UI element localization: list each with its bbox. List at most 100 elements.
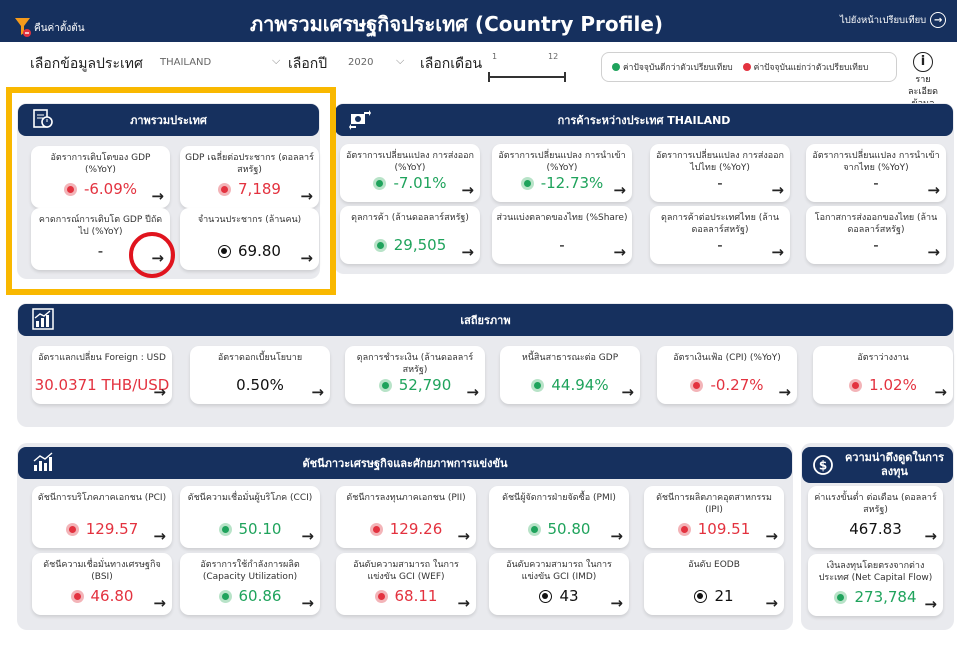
month-max-value: 12 xyxy=(548,52,559,61)
arrow-right-icon[interactable]: → xyxy=(927,243,940,261)
kpi-value: 30.0371 THB/USD xyxy=(34,376,170,394)
arrow-right-icon[interactable]: → xyxy=(765,527,778,545)
arrow-right-icon[interactable]: → xyxy=(153,527,166,545)
kpi-card[interactable]: อัตราดอกเบี้ยนโยบาย 0.50% → xyxy=(190,346,330,404)
green-dot-icon xyxy=(612,63,620,71)
kpi-card-title: อัตราการเปลี่ยนแปลง การนำเข้าจากไทย (%Yo… xyxy=(812,151,940,173)
chevron-down-icon: ⌵ xyxy=(272,54,281,67)
kpi-card-title: ดุลการชำระเงิน (ล้านดอลลาร์สหรัฐ) xyxy=(356,353,474,375)
arrow-right-icon[interactable]: → xyxy=(621,383,634,401)
kpi-value-row: 467.83 xyxy=(808,520,943,538)
reset-filters-button[interactable]: คืนค่าตั้งต้น xyxy=(14,6,85,38)
kpi-value: 46.80 xyxy=(90,587,134,605)
kpi-card[interactable]: ดุลการค้า (ล้านดอลลาร์สหรัฐ) 29,505 → xyxy=(340,206,480,264)
kpi-value: -0.27% xyxy=(710,376,764,394)
kpi-card[interactable]: ดัชนีความเชื่อมั่นผู้บริโภค (CCI) 50.10 → xyxy=(180,486,320,548)
kpi-card[interactable]: ดัชนีความเชื่อมั่นทางเศรษฐกิจ (BSI) 46.80… xyxy=(32,553,172,615)
arrow-right-icon[interactable]: → xyxy=(924,527,937,545)
kpi-card[interactable]: อัตราการเปลี่ยนแปลง การส่งออกไปไทย (%YoY… xyxy=(650,144,790,202)
arrow-right-icon[interactable]: → xyxy=(466,383,479,401)
arrow-right-icon[interactable]: → xyxy=(457,527,470,545)
arrow-right-icon[interactable]: → xyxy=(301,594,314,612)
country-dropdown[interactable]: THAILAND ⌵ xyxy=(160,53,286,73)
kpi-card[interactable]: ดัชนีการผลิตภาคอุตสาหกรรม (IPI) 109.51 → xyxy=(644,486,784,548)
competitiveness-title: ดัชนีภาวะเศรษฐกิจและศักยภาพการแข่งขัน xyxy=(302,457,508,470)
kpi-card[interactable]: อันดับความสามารถ ในการแข่งขัน GCI (WEF) 6… xyxy=(336,553,476,615)
legend-good: ค่าปัจจุบันดีกว่าตัวเปรียบเทียบ xyxy=(612,60,733,74)
arrow-right-icon[interactable]: → xyxy=(457,594,470,612)
kpi-value-row: 30.0371 THB/USD xyxy=(32,376,172,394)
kpi-card[interactable]: ดัชนีผู้จัดการฝ่ายจัดซื้อ (PMI) 50.80 → xyxy=(489,486,629,548)
kpi-card[interactable]: อัตราแลกเปลี่ยน Foreign : USD 30.0371 THB… xyxy=(32,346,172,404)
arrow-right-icon[interactable]: → xyxy=(765,594,778,612)
chevron-down-icon: ⌵ xyxy=(396,54,405,67)
black-status-dot-icon xyxy=(694,589,708,603)
month-min-value: 1 xyxy=(492,52,498,61)
slider-handle-min[interactable] xyxy=(488,72,490,82)
legend-bad-label: ค่าปัจจุบันแย่กว่าตัวเปรียบเทียบ xyxy=(753,63,869,73)
kpi-card[interactable]: อัตราว่างงาน 1.02% → xyxy=(813,346,953,404)
kpi-card[interactable]: อัตราการเปลี่ยนแปลง การนำเข้าจากไทย (%Yo… xyxy=(806,144,946,202)
kpi-card-title: ดัชนีการลงทุนภาคเอกชน (PII) xyxy=(346,493,466,503)
red-status-dot-icon xyxy=(65,522,79,536)
kpi-value-row: 46.80 xyxy=(32,587,172,605)
kpi-card-title: ดัชนีการบริโภคภาคเอกชน (PCI) xyxy=(37,493,167,503)
kpi-card[interactable]: ดุลการค้าต่อประเทศไทย (ล้านดอลลาร์สหรัฐ)… xyxy=(650,206,790,264)
kpi-value-row: 0.50% xyxy=(190,376,330,394)
arrow-right-icon[interactable]: → xyxy=(311,383,324,401)
compare-link-label: ไปยังหน้าเปรียบเทียบ xyxy=(840,14,927,26)
kpi-card[interactable]: โอกาสการส่งออกของไทย (ล้านดอลลาร์สหรัฐ) -… xyxy=(806,206,946,264)
arrow-right-icon[interactable]: → xyxy=(924,595,937,613)
stability-header: เสถียรภาพ xyxy=(18,304,953,336)
arrow-right-icon[interactable]: → xyxy=(934,383,947,401)
arrow-right-icon[interactable]: → xyxy=(610,527,623,545)
kpi-card-title: หนี้สินสาธารณะต่อ GDP xyxy=(521,353,619,363)
arrow-right-icon[interactable]: → xyxy=(461,243,474,261)
kpi-value-row: 50.10 xyxy=(180,520,320,538)
arrow-right-icon[interactable]: → xyxy=(153,383,166,401)
arrow-right-icon[interactable]: → xyxy=(613,243,626,261)
kpi-card[interactable]: อันดับ EODB 21 → xyxy=(644,553,784,615)
kpi-card[interactable]: อัตราเงินเฟ้อ (CPI) (%YoY) -0.27% → xyxy=(657,346,797,404)
kpi-value-row: - xyxy=(806,236,946,254)
kpi-value: 60.86 xyxy=(238,587,282,605)
slider-handle-max[interactable] xyxy=(564,72,566,82)
slider-track xyxy=(489,76,565,78)
kpi-value: 273,784 xyxy=(854,588,917,606)
kpi-card[interactable]: ดัชนีการลงทุนภาคเอกชน (PII) 129.26 → xyxy=(336,486,476,548)
red-status-dot-icon xyxy=(677,522,691,536)
country-filter-label: เลือกข้อมูลประเทศ xyxy=(30,56,143,72)
month-range-slider[interactable]: 1 12 xyxy=(488,52,568,84)
arrow-right-icon[interactable]: → xyxy=(301,527,314,545)
kpi-value: 1.02% xyxy=(869,376,917,394)
kpi-card[interactable]: ดุลการชำระเงิน (ล้านดอลลาร์สหรัฐ) 52,790 → xyxy=(345,346,485,404)
arrow-right-icon[interactable]: → xyxy=(771,243,784,261)
kpi-card[interactable]: ดัชนีการบริโภคภาคเอกชน (PCI) 129.57 → xyxy=(32,486,172,548)
kpi-value: - xyxy=(559,236,565,254)
arrow-right-icon[interactable]: → xyxy=(771,181,784,199)
arrow-right-icon[interactable]: → xyxy=(927,181,940,199)
year-dropdown[interactable]: 2020 ⌵ xyxy=(348,53,414,73)
kpi-value: - xyxy=(717,236,723,254)
kpi-card[interactable]: ค่าแรงขั้นต่ำ ต่อเดือน (ดอลลาร์สหรัฐ) 467… xyxy=(808,486,943,548)
kpi-card[interactable]: หนี้สินสาธารณะต่อ GDP 44.94% → xyxy=(500,346,640,404)
kpi-card[interactable]: อัตราการใช้กำลังการผลิต (Capacity Utiliz… xyxy=(180,553,320,615)
compare-page-link[interactable]: ไปยังหน้าเปรียบเทียบ → xyxy=(840,12,947,28)
kpi-card[interactable]: อัตราการเปลี่ยนแปลง การส่งออก (%YoY) -7.0… xyxy=(340,144,480,202)
kpi-card[interactable]: อัตราการเปลี่ยนแปลง การนำเข้า (%YoY) -12.… xyxy=(492,144,632,202)
investment-money-icon: $ xyxy=(812,454,834,476)
kpi-value: 43 xyxy=(559,587,579,605)
arrow-right-icon: → xyxy=(930,12,947,28)
arrow-right-icon[interactable]: → xyxy=(613,181,626,199)
kpi-card[interactable]: ส่วนแบ่งตลาดของไทย (%Share) - → xyxy=(492,206,632,264)
arrow-right-icon[interactable]: → xyxy=(153,594,166,612)
kpi-value-row: -12.73% xyxy=(492,174,632,192)
kpi-card[interactable]: เงินลงทุนโดยตรงจากต่างประเทศ (Net Capita… xyxy=(808,554,943,616)
arrow-right-icon[interactable]: → xyxy=(461,181,474,199)
kpi-value: -7.01% xyxy=(393,174,447,192)
kpi-card[interactable]: อันดับความสามารถ ในการแข่งขัน GCI (IMD) 4… xyxy=(489,553,629,615)
arrow-right-icon[interactable]: → xyxy=(778,383,791,401)
reset-label: คืนค่าตั้งต้น xyxy=(34,23,85,34)
arrow-right-icon[interactable]: → xyxy=(610,594,623,612)
data-details-button[interactable]: i รายละเอียด ข้อมูล xyxy=(903,52,943,110)
